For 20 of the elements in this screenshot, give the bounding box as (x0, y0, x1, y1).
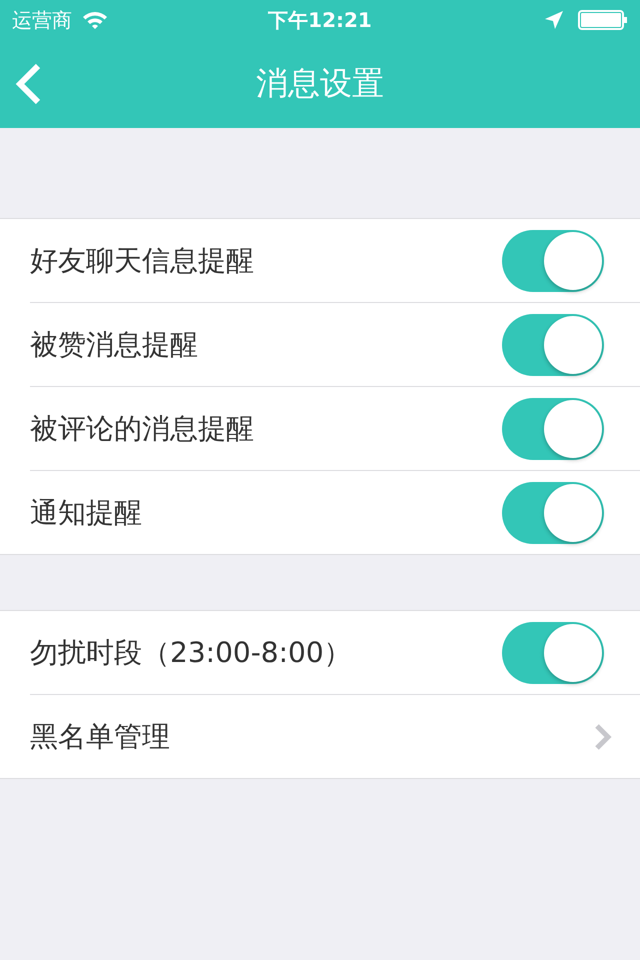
battery-icon (578, 10, 628, 30)
back-chevron-icon (14, 63, 42, 105)
clock-time: 下午12:21 (268, 6, 372, 34)
toggle-switch[interactable] (502, 230, 604, 292)
toggle-switch[interactable] (502, 398, 604, 460)
setting-label: 被评论的消息提醒 (30, 410, 254, 446)
carrier-name: 运营商 (12, 6, 72, 34)
back-button[interactable] (14, 63, 42, 105)
toggle-switch[interactable] (502, 482, 604, 544)
location-arrow-icon (544, 10, 564, 30)
setting-label: 好友聊天信息提醒 (30, 242, 254, 278)
setting-label: 被赞消息提醒 (30, 326, 198, 362)
setting-label: 通知提醒 (30, 494, 142, 530)
toggle-switch[interactable] (502, 622, 604, 684)
toggle-switch[interactable] (502, 314, 604, 376)
page-title: 消息设置 (256, 63, 384, 104)
chevron-icon (594, 722, 612, 750)
wifi-icon (82, 10, 108, 30)
setting-label: 勿扰时段（23:00-8:00） (30, 634, 352, 670)
setting-label: 黑名单管理 (30, 718, 170, 754)
